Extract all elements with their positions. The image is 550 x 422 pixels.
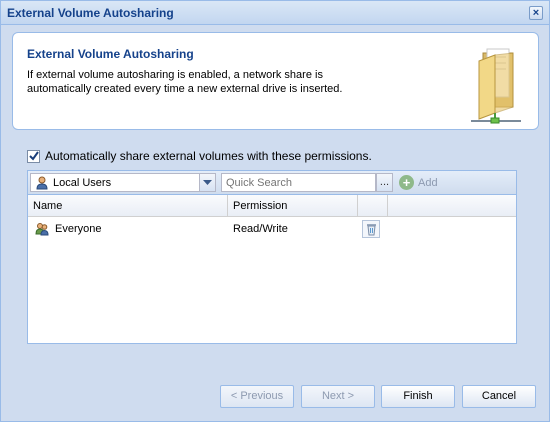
auto-share-checkbox[interactable] xyxy=(27,149,40,163)
delete-row-button[interactable] xyxy=(362,220,380,238)
user-icon xyxy=(36,176,48,190)
folder-share-icon xyxy=(465,45,527,125)
title-bar[interactable]: External Volume Autosharing × xyxy=(1,1,549,25)
row-permission[interactable]: Read/Write xyxy=(228,217,358,241)
cancel-button[interactable]: Cancel xyxy=(462,385,536,408)
column-header-actions xyxy=(358,195,388,217)
group-icon xyxy=(35,223,49,236)
header-description: If external volume autosharing is enable… xyxy=(27,69,343,95)
column-header-permission[interactable]: Permission xyxy=(228,195,358,217)
dialog-window: External Volume Autosharing × External V… xyxy=(0,0,550,422)
add-button[interactable]: + Add xyxy=(399,174,438,191)
window-title: External Volume Autosharing xyxy=(7,6,174,20)
quick-search-input[interactable] xyxy=(221,173,376,192)
add-icon: + xyxy=(399,175,414,190)
add-label: Add xyxy=(418,176,438,189)
table-row[interactable]: Everyone Read/Write xyxy=(28,217,516,241)
auto-share-option[interactable]: Automatically share external volumes wit… xyxy=(27,149,372,163)
previous-button[interactable]: < Previous xyxy=(220,385,294,408)
row-name: Everyone xyxy=(55,223,102,235)
user-scope-dropdown-button[interactable] xyxy=(199,173,216,192)
close-icon: × xyxy=(532,7,540,19)
close-button[interactable]: × xyxy=(529,6,543,20)
auto-share-label: Automatically share external volumes wit… xyxy=(45,149,372,163)
finish-button[interactable]: Finish xyxy=(381,385,455,408)
permissions-grid: Name Permission Everyone Read/Write xyxy=(27,194,517,344)
user-scope-value: Local Users xyxy=(53,177,112,189)
next-button[interactable]: Next > xyxy=(301,385,375,408)
column-header-name[interactable]: Name xyxy=(28,195,228,217)
chevron-down-icon xyxy=(203,180,212,185)
search-options-button[interactable]: ... xyxy=(376,173,393,192)
header-panel: External Volume Autosharing If external … xyxy=(12,32,539,130)
user-scope-select[interactable]: Local Users xyxy=(30,173,216,192)
permissions-toolbar: Local Users ... + Add xyxy=(27,170,517,194)
checkmark-icon xyxy=(28,151,39,161)
grid-header: Name Permission xyxy=(28,195,516,217)
trash-icon xyxy=(367,224,376,236)
header-title: External Volume Autosharing xyxy=(27,47,194,61)
